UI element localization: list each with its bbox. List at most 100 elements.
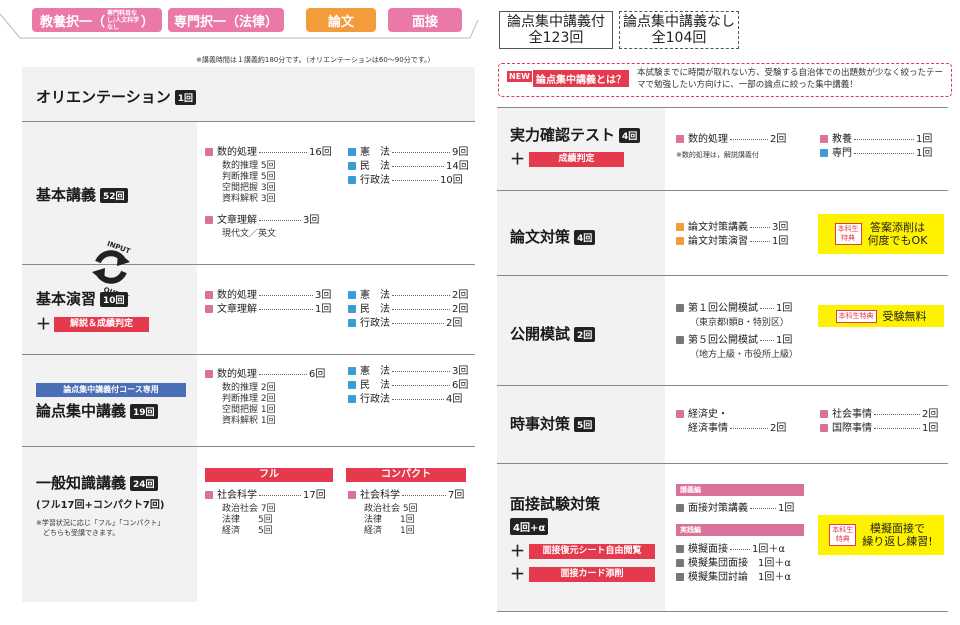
list-item: 第１回公開模試 1回	[676, 303, 792, 315]
ippan-subtitle: (フル17回+コンパクト7回)	[36, 500, 165, 511]
list-item: 民 法 6回	[348, 380, 468, 392]
list-item: 論文対策演習 1回	[676, 236, 788, 248]
tab-kyouyou-small: 専門科目なし/人文科学なし	[107, 9, 140, 31]
ippan-title: 一般知識講義 24回	[36, 472, 158, 493]
item-name: 文章理解	[217, 304, 257, 315]
tab-senmon[interactable]: 専門択一（法律）	[168, 8, 284, 32]
item-name: 社会科学	[360, 490, 400, 501]
item-name: 面接対策講義	[688, 503, 748, 514]
sub-line: （東京都Ⅰ類B・特別区）	[690, 318, 789, 328]
item-count: 2回	[922, 409, 939, 420]
pink-bullet-icon	[205, 370, 213, 378]
list-item: 模擬集団面接 1回＋α	[676, 558, 791, 570]
list-item: 民 法 2回	[348, 304, 468, 316]
sub-line: 政治社会 5回	[364, 504, 418, 514]
blue-bullet-icon	[348, 319, 356, 327]
koukai-title-text: 公開模試	[510, 325, 571, 343]
item-name: 模擬集団討論	[688, 572, 748, 583]
item-count: 2回	[770, 423, 787, 434]
tab-mensetsu[interactable]: 面接	[388, 8, 462, 32]
course-box-line2: 全123回	[528, 30, 584, 46]
sub-line: 判断推理 5回	[222, 172, 276, 182]
kihon-ensyu-title-text: 基本演習	[36, 290, 97, 308]
course-box-with-ronten: 論点集中講義付 全123回	[499, 11, 613, 49]
perk-tag-line2: 特典	[835, 535, 850, 543]
list-item: 文章理解 1回	[205, 304, 331, 316]
course-box-line1: 論点集中講義付	[507, 14, 605, 30]
sub-line: 法律 1回	[364, 515, 415, 525]
kihon-ensyu-label: 解説＆成績判定	[54, 317, 150, 332]
item-count: 3回	[303, 215, 320, 226]
item-count: 1回＋α	[758, 572, 791, 583]
perk-tag: 本科生特典	[834, 223, 862, 245]
item-name: 行政法	[360, 175, 390, 186]
item-count: 14回	[446, 161, 469, 172]
item-count: 7回	[448, 490, 465, 501]
item-name: 専門	[832, 148, 852, 159]
item-name: 社会科学	[217, 490, 257, 501]
list-item: 経済史・	[676, 409, 728, 421]
gray-bullet-icon	[676, 559, 684, 567]
jiji-badge: 5回	[574, 417, 596, 432]
list-item: 数的処理 16回	[205, 147, 332, 159]
blue-bullet-icon	[348, 305, 356, 313]
list-item-continued: 経済事情 2回	[688, 423, 786, 435]
item-count: 1回	[776, 303, 793, 314]
mensetsu-title: 面接試験対策	[510, 495, 601, 513]
plus-sign: ＋	[36, 315, 52, 333]
ippan-title-text: 一般知識講義	[36, 474, 127, 492]
item-count: 3回	[452, 366, 469, 377]
jitsuryoku-title-text: 実力確認テスト	[510, 126, 616, 144]
orientation-title: オリエンテーション 1回	[36, 86, 196, 107]
item-count: 1回	[776, 335, 793, 346]
mensetsu-extra-label: 面接カード添削	[529, 567, 656, 582]
orange-bullet-icon	[676, 237, 684, 245]
sub-line: 経済 5回	[222, 526, 273, 536]
jitsuryoku-note: ※数的処理は，解説講義付	[676, 151, 759, 159]
list-item: 社会科学 7回	[348, 490, 464, 502]
tab-kyouyou[interactable]: 教養択一（ 専門科目なし/人文科学なし）	[32, 8, 162, 32]
new-question: 論点集中講義とは？	[533, 70, 629, 87]
item-count: 1回	[922, 423, 939, 434]
tab-kyouyou-tail: ）	[141, 14, 155, 30]
item-name: 数的処理	[217, 369, 257, 380]
pink-bullet-icon	[348, 491, 356, 499]
sub-line: 空間把握 3回	[222, 183, 276, 193]
pink-bullet-icon	[205, 305, 213, 313]
mensetsu-perk: 本科生 特典 模擬面接で 繰り返し練習!	[818, 515, 944, 555]
item-name: 数的処理	[217, 290, 257, 301]
blue-bullet-icon	[348, 291, 356, 299]
kihon-kougi-badge: 52回	[100, 188, 128, 203]
list-item: 社会事情 2回	[820, 409, 938, 421]
perk-text-line1: 答案添削は	[870, 221, 925, 234]
perk-tag: 本科生特典	[835, 309, 877, 323]
blue-bullet-icon	[348, 395, 356, 403]
sub-line: 経済 1回	[364, 526, 415, 536]
sub-line: 政治社会 7回	[222, 504, 276, 514]
orientation-title-text: オリエンテーション	[36, 88, 171, 106]
tab-ronbun[interactable]: 論文	[306, 8, 376, 32]
item-count: 4回	[446, 394, 463, 405]
item-name: 憲 法	[360, 366, 390, 377]
new-text: 本試験までに時間が取れない方、受験する自治体での出題数が少なく絞ったテーマで勉強…	[637, 68, 944, 90]
list-item: 民 法 14回	[348, 161, 469, 173]
list-item: 憲 法 9回	[348, 147, 468, 159]
mensetsu-extra-label: 面接復元シート自由閲覧	[529, 544, 656, 559]
list-item: 行政法 10回	[348, 175, 463, 187]
sub-line: 現代文／英文	[222, 229, 277, 239]
new-tag: NEW	[507, 71, 532, 82]
list-item: 憲 法 3回	[348, 366, 468, 378]
list-item: 数的処理 6回	[205, 369, 325, 381]
item-name: 模擬面接	[688, 544, 728, 555]
time-note: ※講義時間は１講義約180分です。（オリエンテーションは60～90分です。）	[196, 56, 435, 64]
blue-bullet-icon	[348, 162, 356, 170]
kihon-ensyu-title: 基本演習 10回	[36, 288, 128, 309]
item-name: 民 法	[360, 304, 390, 315]
item-name: 国際事情	[832, 423, 872, 434]
sub-line: 法律 5回	[222, 515, 273, 525]
item-count: 9回	[452, 147, 469, 158]
pink-bullet-icon	[205, 216, 213, 224]
list-item: 数的処理 3回	[205, 290, 331, 302]
sub-line: 資料解釈 1回	[222, 416, 276, 426]
jiji-title-text: 時事対策	[510, 415, 571, 433]
